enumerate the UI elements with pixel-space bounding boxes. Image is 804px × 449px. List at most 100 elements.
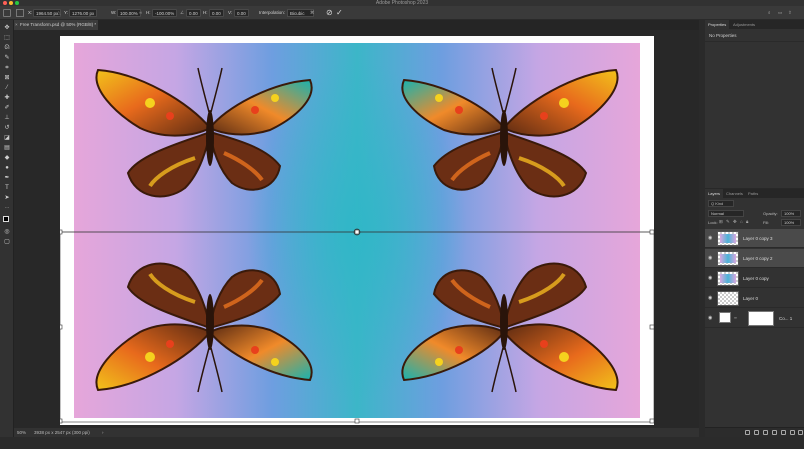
status-arrow-icon[interactable]: › (102, 428, 104, 437)
new-group-icon[interactable] (781, 430, 786, 435)
add-mask-icon[interactable] (763, 430, 768, 435)
w-field[interactable]: 100.00% (117, 9, 141, 17)
no-properties-text: No Properties (709, 33, 737, 38)
layer-row[interactable]: ◉ Layer 0 copy 3 (705, 229, 804, 248)
blur-tool-icon[interactable]: ◆ (3, 154, 11, 162)
healing-brush-icon[interactable]: ✚ (3, 94, 11, 102)
path-select-icon[interactable]: ➤ (3, 194, 11, 202)
lasso-tool-icon[interactable]: ᘏ (3, 44, 11, 52)
color-swatches[interactable] (3, 216, 12, 225)
canvas-area[interactable] (14, 30, 699, 428)
crop-tool-icon[interactable]: ⌗ (3, 64, 11, 72)
layer-name[interactable]: Layer 0 copy 2 (743, 256, 773, 261)
y-field[interactable]: 1276.00 px (69, 9, 98, 17)
eyedropper-tool-icon[interactable]: ⁄ (3, 84, 11, 92)
eraser-tool-icon[interactable]: ◪ (3, 134, 11, 142)
move-tool-icon[interactable]: ✥ (3, 24, 11, 32)
h-field[interactable]: -100.00% (152, 9, 178, 17)
bottom-strip (0, 437, 804, 449)
divider (705, 41, 804, 42)
foreground-color[interactable] (3, 216, 9, 222)
layer-row[interactable]: ◉ Layer 0 (705, 289, 804, 308)
document-tabs: × Free Transform.psd @ 50% (RGB/8) * (14, 20, 699, 30)
zoom-level[interactable]: 50% (17, 428, 26, 437)
warp-icon[interactable]: ⌘ (310, 9, 315, 17)
v-skew-field[interactable]: 0.00 (234, 9, 249, 17)
opacity-label: Opacity: (763, 211, 778, 216)
search-icon[interactable]: ⌕ (768, 9, 771, 17)
butterfly-artwork[interactable] (60, 36, 654, 425)
tab-paths[interactable]: Paths (745, 189, 761, 198)
layer-name[interactable]: Layer 0 copy 3 (743, 236, 773, 241)
visibility-eye-icon[interactable]: ◉ (708, 295, 712, 301)
dodge-tool-icon[interactable]: ● (3, 164, 11, 172)
layer-thumbnail (717, 271, 739, 286)
properties-tabs: Properties Adjustments (705, 20, 804, 29)
reference-point-icon[interactable] (16, 9, 24, 17)
tab-adjustments[interactable]: Adjustments (730, 20, 758, 29)
delta-icon[interactable]: △ (57, 9, 60, 17)
gradient-tool-icon[interactable]: ▤ (3, 144, 11, 152)
layer-thumbnail (717, 291, 739, 306)
new-layer-icon[interactable] (790, 430, 795, 435)
quick-mask-icon[interactable]: ◎ (3, 228, 11, 236)
pen-tool-icon[interactable]: ✒ (3, 174, 11, 182)
visibility-eye-icon[interactable]: ◉ (708, 235, 712, 241)
layer-row[interactable]: ◉ Layer 0 copy (705, 269, 804, 288)
fill-field[interactable]: 100% (781, 219, 801, 226)
layers-tabs: Layers Channels Paths (705, 189, 804, 198)
layer-name[interactable]: Layer 0 (743, 296, 758, 301)
visibility-eye-icon[interactable]: ◉ (708, 255, 712, 261)
tab-layers[interactable]: Layers (705, 189, 724, 198)
quick-select-tool-icon[interactable]: ✎ (3, 54, 11, 62)
y-label: Y: (64, 10, 69, 15)
v-skew-label: V: (228, 10, 233, 15)
workspace-icon[interactable]: ▭ (778, 9, 782, 17)
brush-tool-icon[interactable]: ✐ (3, 104, 11, 112)
more-tools-icon[interactable]: ⋯ (3, 204, 11, 212)
layers-footer (705, 427, 804, 437)
h-skew-field[interactable]: 0.00 (209, 9, 224, 17)
blend-mode-select[interactable]: Normal (708, 210, 744, 217)
history-brush-icon[interactable]: ↺ (3, 124, 11, 132)
visibility-eye-icon[interactable]: ◉ (708, 315, 712, 321)
layer-row[interactable]: ◉ ∞ Co... 1 (705, 309, 804, 328)
link-layers-icon[interactable] (745, 430, 750, 435)
cancel-icon[interactable]: ⊘ (326, 8, 333, 18)
link-icon: ∞ (734, 315, 737, 320)
opacity-field[interactable]: 100% (781, 210, 801, 217)
layer-filter-select[interactable]: Q Kind (708, 200, 734, 207)
layer-name[interactable]: Layer 0 copy (743, 276, 769, 281)
type-tool-icon[interactable]: T (3, 184, 11, 192)
check-icon[interactable]: ✓ (336, 8, 343, 18)
move-tool-icon[interactable] (3, 9, 11, 17)
status-bar: 50% 3938 px x 2547 px (300 ppi) › (14, 428, 699, 437)
adjustment-layer-icon[interactable] (772, 430, 777, 435)
clone-stamp-icon[interactable]: ⊥ (3, 114, 11, 122)
angle-field[interactable]: 0.00 (186, 9, 201, 17)
fx-icon[interactable] (754, 430, 759, 435)
artboard-tool-icon[interactable]: ⬚ (3, 34, 11, 42)
link-icon[interactable]: ∞ (139, 9, 142, 17)
frame-tool-icon[interactable]: ⊠ (3, 74, 11, 82)
document-tab[interactable]: × Free Transform.psd @ 50% (RGB/8) * (14, 20, 98, 30)
layer-thumbnail (717, 231, 739, 246)
lock-icons[interactable]: ⊞ ✎ ✥ ⌂ 🔒︎ (719, 219, 749, 225)
document-info: 3938 px x 2547 px (300 ppi) (34, 430, 90, 435)
layers-panel: Layers Channels Paths Q Kind Normal Opac… (705, 189, 804, 437)
fill-label: Fill: (763, 220, 770, 225)
tab-properties[interactable]: Properties (705, 20, 730, 29)
screen-mode-icon[interactable]: ▢ (3, 238, 11, 246)
tab-channels[interactable]: Channels (723, 189, 746, 198)
layer-mask-thumbnail (748, 311, 774, 326)
layer-name[interactable]: Co... 1 (779, 316, 792, 321)
interpolation-label: Interpolation: (259, 10, 286, 15)
w-label: W: (111, 10, 117, 15)
document-canvas[interactable] (60, 36, 654, 425)
close-tab-icon[interactable]: × (15, 20, 18, 30)
layer-row[interactable]: ◉ Layer 0 copy 2 (705, 249, 804, 268)
trash-icon[interactable] (798, 430, 803, 435)
options-bar: X: 1964.50 px △ Y: 1276.00 px W: 100.00%… (0, 6, 804, 20)
share-icon[interactable]: ⇧ (788, 9, 792, 17)
visibility-eye-icon[interactable]: ◉ (708, 275, 712, 281)
